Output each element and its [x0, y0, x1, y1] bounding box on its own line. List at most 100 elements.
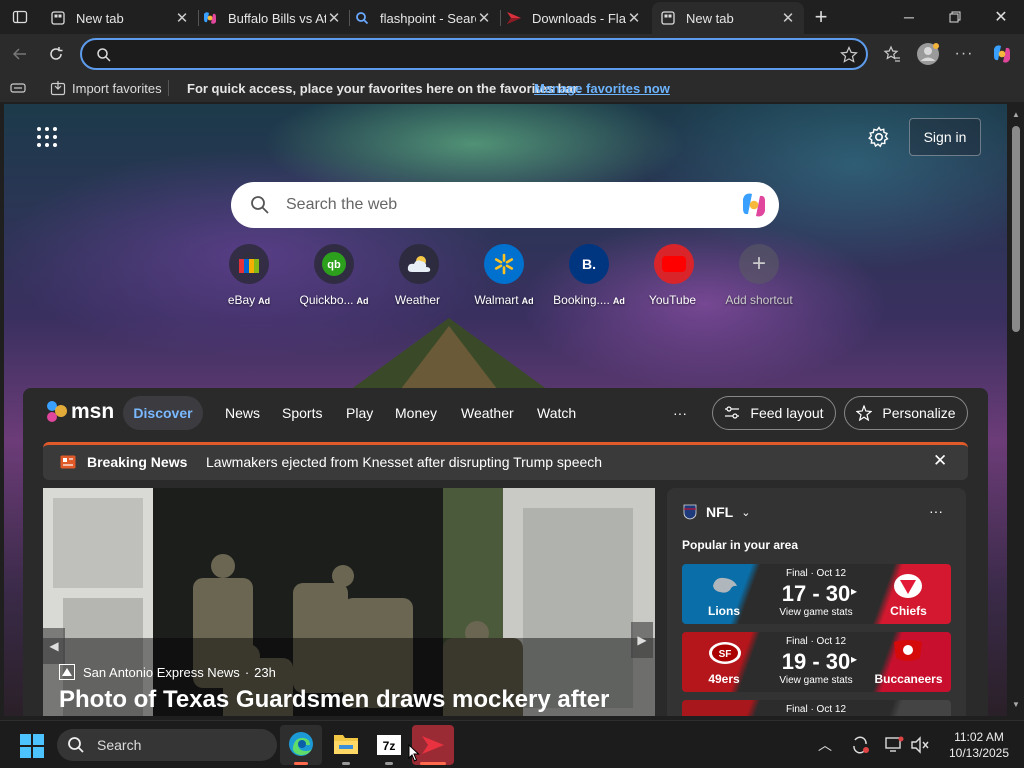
page-scrollbar[interactable]: ▲ ▼	[1008, 104, 1024, 716]
nav-discover[interactable]: Discover	[123, 396, 203, 430]
game-card[interactable]: Lions Final · Oct 12 17 - 30 ▸ View game…	[682, 564, 951, 624]
tab-3[interactable]: flashpoint - Searc ✕	[346, 2, 500, 34]
breaking-news-label: Breaking News	[87, 454, 188, 470]
nfl-more-button[interactable]: ···	[929, 503, 943, 519]
page-settings-button[interactable]	[868, 126, 890, 153]
refresh-button[interactable]	[42, 40, 70, 68]
nav-sports[interactable]: Sports	[282, 396, 322, 430]
shortcut-label: Add shortcut	[725, 293, 793, 307]
app-grid-icon	[37, 127, 57, 147]
scroll-up-arrow-icon[interactable]: ▲	[1012, 110, 1020, 119]
network-button[interactable]	[884, 735, 904, 760]
walmart-spark-icon	[484, 244, 524, 284]
msn-feed-panel: msn Discover News Sports Play Money Weat…	[23, 388, 988, 716]
game-status: Final · Oct 12	[785, 636, 847, 647]
close-tab-icon[interactable]: ✕	[174, 9, 190, 27]
msn-logo[interactable]: msn	[45, 400, 114, 424]
carousel-next-button[interactable]: ▶	[631, 622, 653, 658]
favorites-bar-hint: For quick access, place your favorites h…	[187, 80, 581, 96]
sync-status-button[interactable]	[850, 735, 870, 760]
msn-butterfly-icon	[47, 401, 67, 422]
nav-money[interactable]: Money	[395, 396, 437, 430]
scrollbar-thumb[interactable]	[1012, 126, 1020, 332]
shortcut-ebay[interactable]: eBay Ad	[207, 244, 291, 307]
svg-text:B.: B.	[582, 256, 596, 272]
windows-logo-icon	[20, 734, 44, 758]
tab-1[interactable]: New tab ✕	[42, 2, 198, 34]
address-bar[interactable]	[80, 38, 868, 70]
close-tab-icon[interactable]: ✕	[476, 9, 492, 27]
back-button[interactable]	[6, 40, 34, 68]
shortcut-weather[interactable]: Weather	[377, 244, 461, 307]
shortcut-booking[interactable]: B. Booking.... Ad	[547, 244, 631, 307]
breaking-news-headline[interactable]: Lawmakers ejected from Knesset after dis…	[206, 454, 602, 470]
nav-more-button[interactable]: ···	[673, 396, 687, 430]
view-game-stats-link[interactable]: View game stats	[766, 675, 866, 686]
taskbar-search[interactable]: Search	[57, 729, 277, 761]
breaking-news-banner[interactable]: Breaking News Lawmakers ejected from Kne…	[43, 442, 968, 480]
close-tab-icon[interactable]: ✕	[780, 9, 796, 27]
web-search-input[interactable]	[286, 194, 706, 216]
import-favorites-button[interactable]: Import favorites	[50, 74, 162, 102]
taskbar-file-explorer[interactable]	[325, 725, 367, 765]
featured-story-card[interactable]: ◀ ▶ San Antonio Express News · 23h Photo…	[43, 488, 655, 716]
taskbar-edge[interactable]	[280, 725, 322, 765]
apps-launcher-button[interactable]	[36, 126, 58, 153]
sign-in-button[interactable]: Sign in	[909, 118, 981, 156]
close-tab-icon[interactable]: ✕	[626, 9, 642, 27]
shortcut-label: Booking....	[553, 293, 610, 307]
nav-play[interactable]: Play	[346, 396, 373, 430]
new-tab-button[interactable]: +	[800, 0, 842, 34]
tab-5-active[interactable]: New tab ✕	[652, 2, 804, 34]
close-breaking-news-icon[interactable]: ✕	[933, 451, 947, 471]
new-tab-icon	[660, 10, 676, 26]
profile-button[interactable]	[914, 40, 942, 68]
nfl-league-selector[interactable]: NFL ⌄	[683, 504, 750, 520]
copilot-button[interactable]	[988, 40, 1016, 68]
mouse-cursor-icon	[408, 743, 420, 767]
shortcut-youtube[interactable]: YouTube	[632, 244, 716, 307]
nav-news[interactable]: News	[225, 396, 260, 430]
close-window-button[interactable]: ✕	[978, 0, 1024, 34]
feed-layout-button[interactable]: Feed layout	[712, 396, 836, 430]
system-clock[interactable]: 11:02 AM 10/13/2025	[944, 729, 1014, 761]
minimize-icon: ─	[904, 9, 914, 25]
personalize-button[interactable]: Personalize	[844, 396, 968, 430]
favorites-bar-menu-button[interactable]	[10, 74, 26, 102]
favorites-icon	[883, 45, 900, 62]
clock-time: 11:02 AM	[954, 730, 1004, 744]
volume-button[interactable]	[910, 735, 930, 760]
carousel-prev-button[interactable]: ◀	[43, 628, 65, 664]
taskbar-7zip[interactable]: 7z	[368, 725, 410, 765]
tab-actions-button[interactable]	[6, 3, 34, 31]
booking-icon: B.	[569, 244, 609, 284]
web-search-box[interactable]	[231, 182, 779, 228]
story-headline[interactable]: Photo of Texas Guardsmen draws mockery a…	[59, 686, 609, 714]
minimize-button[interactable]: ─	[886, 0, 932, 34]
tab-4[interactable]: Downloads - Flas ✕	[498, 2, 650, 34]
game-card[interactable]: SF 49ers Final · Oct 12 19 - 30 ▸ View g…	[682, 632, 951, 692]
start-button[interactable]	[20, 734, 44, 763]
settings-and-more-button[interactable]: ···	[950, 40, 978, 68]
add-shortcut-button[interactable]: + Add shortcut	[717, 244, 801, 307]
import-icon	[50, 81, 66, 96]
nfl-title: NFL	[706, 504, 734, 520]
tab-2[interactable]: Buffalo Bills vs At ✕	[194, 2, 350, 34]
manage-favorites-link[interactable]: Manage favorites now	[534, 74, 670, 102]
close-tab-icon[interactable]: ✕	[326, 9, 342, 27]
search-icon	[251, 196, 269, 214]
restore-button[interactable]	[932, 0, 978, 34]
sparkle-star-icon	[856, 405, 873, 421]
favorites-bar-icon	[10, 83, 26, 93]
shortcut-walmart[interactable]: Walmart Ad	[462, 244, 546, 307]
nav-watch[interactable]: Watch	[537, 396, 576, 430]
game-card[interactable]: Final · Oct 12	[682, 700, 951, 716]
address-input[interactable]	[122, 44, 802, 64]
show-hidden-icons-button[interactable]: ︿	[818, 735, 832, 755]
scroll-down-arrow-icon[interactable]: ▼	[1012, 700, 1020, 709]
nav-weather[interactable]: Weather	[461, 396, 514, 430]
view-game-stats-link[interactable]: View game stats	[766, 607, 866, 618]
clock-date: 10/13/2025	[948, 746, 1010, 760]
shortcut-quickbooks[interactable]: qb Quickbo... Ad	[292, 244, 376, 307]
favorites-button[interactable]	[878, 40, 906, 68]
